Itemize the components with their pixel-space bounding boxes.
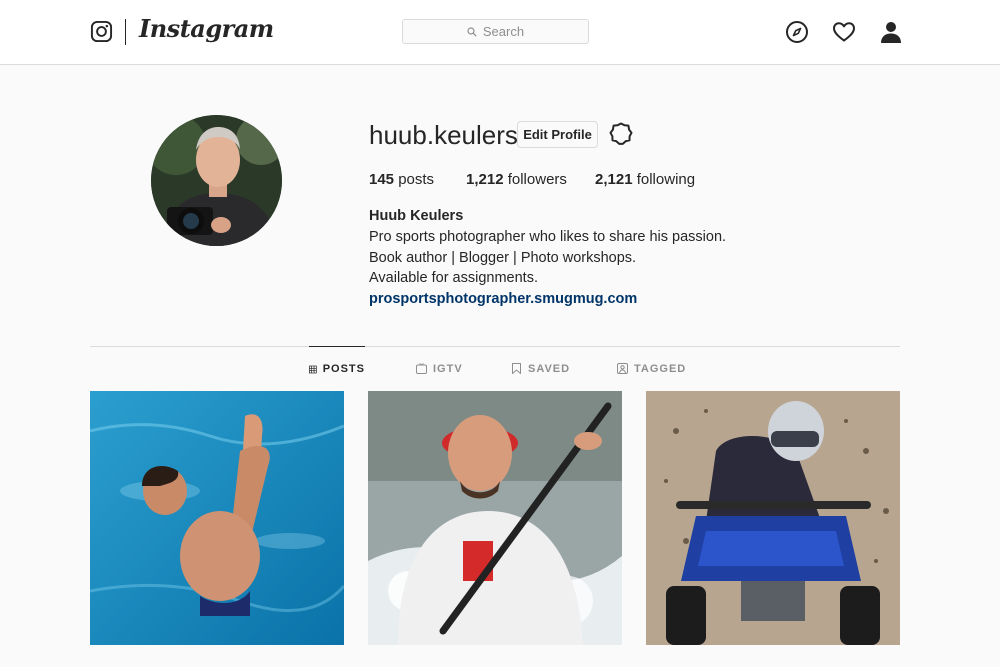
instagram-logo-icon[interactable] xyxy=(90,20,113,43)
following-stat[interactable]: 2,121 following xyxy=(595,171,695,188)
heart-icon[interactable] xyxy=(832,20,856,44)
profile-bio: Huub Keulers Pro sports photographer who… xyxy=(369,206,726,310)
search-input[interactable]: Search xyxy=(402,19,589,44)
profile-avatar[interactable] xyxy=(151,115,282,246)
tab-tagged-label: TAGGED xyxy=(634,362,687,375)
logo-divider xyxy=(125,19,126,45)
avatar-photo xyxy=(151,115,282,246)
profile-stats: 145 posts 1,212 followers 2,121 followin… xyxy=(369,171,695,188)
followers-stat[interactable]: 1,212 followers xyxy=(466,171,595,188)
top-navigation-bar: Instagram Search xyxy=(0,0,1000,65)
bookmark-icon xyxy=(512,363,521,374)
posts-stat: 145 posts xyxy=(369,171,466,188)
post-thumbnail-canoeist[interactable] xyxy=(368,391,622,645)
post-thumbnail-quad-rider[interactable] xyxy=(646,391,900,645)
tagged-person-icon xyxy=(617,363,628,374)
bio-line: Pro sports photographer who likes to sha… xyxy=(369,228,727,245)
tab-tagged[interactable]: TAGGED xyxy=(617,346,686,391)
followers-count: 1,212 xyxy=(466,171,504,188)
profile-icon[interactable] xyxy=(879,20,903,44)
tab-igtv-label: IGTV xyxy=(433,362,463,375)
tabs-divider xyxy=(90,346,900,347)
following-label: following xyxy=(636,171,696,188)
profile-full-name: Huub Keulers xyxy=(369,208,464,224)
instagram-wordmark[interactable]: Instagram xyxy=(139,14,274,43)
profile-website-link[interactable]: prosportsphotographer.smugmug.com xyxy=(369,291,637,307)
edit-profile-button[interactable]: Edit Profile xyxy=(517,121,598,148)
gear-icon[interactable] xyxy=(609,122,633,146)
tab-saved[interactable]: SAVED xyxy=(511,346,570,391)
grid-icon xyxy=(309,365,317,373)
search-icon xyxy=(467,26,477,37)
posts-label: posts xyxy=(398,171,435,188)
post-image xyxy=(90,391,344,645)
following-count: 2,121 xyxy=(595,171,633,188)
bio-line: Book author | Blogger | Photo workshops. xyxy=(369,249,637,266)
bio-line: Available for assignments. xyxy=(369,270,538,287)
post-thumbnail-diver[interactable] xyxy=(90,391,344,645)
tab-posts-label: POSTS xyxy=(322,363,365,375)
profile-username: huub.keulers xyxy=(369,120,518,150)
tab-saved-label: SAVED xyxy=(528,362,571,375)
tab-igtv[interactable]: IGTV xyxy=(416,346,463,391)
compass-icon[interactable] xyxy=(785,20,809,44)
followers-label: followers xyxy=(507,171,567,188)
post-image xyxy=(368,391,622,645)
post-image xyxy=(646,391,900,645)
igtv-icon xyxy=(416,363,427,374)
posts-count: 145 xyxy=(369,171,395,188)
search-placeholder: Search xyxy=(482,24,525,39)
tab-posts[interactable]: POSTS xyxy=(309,346,365,391)
